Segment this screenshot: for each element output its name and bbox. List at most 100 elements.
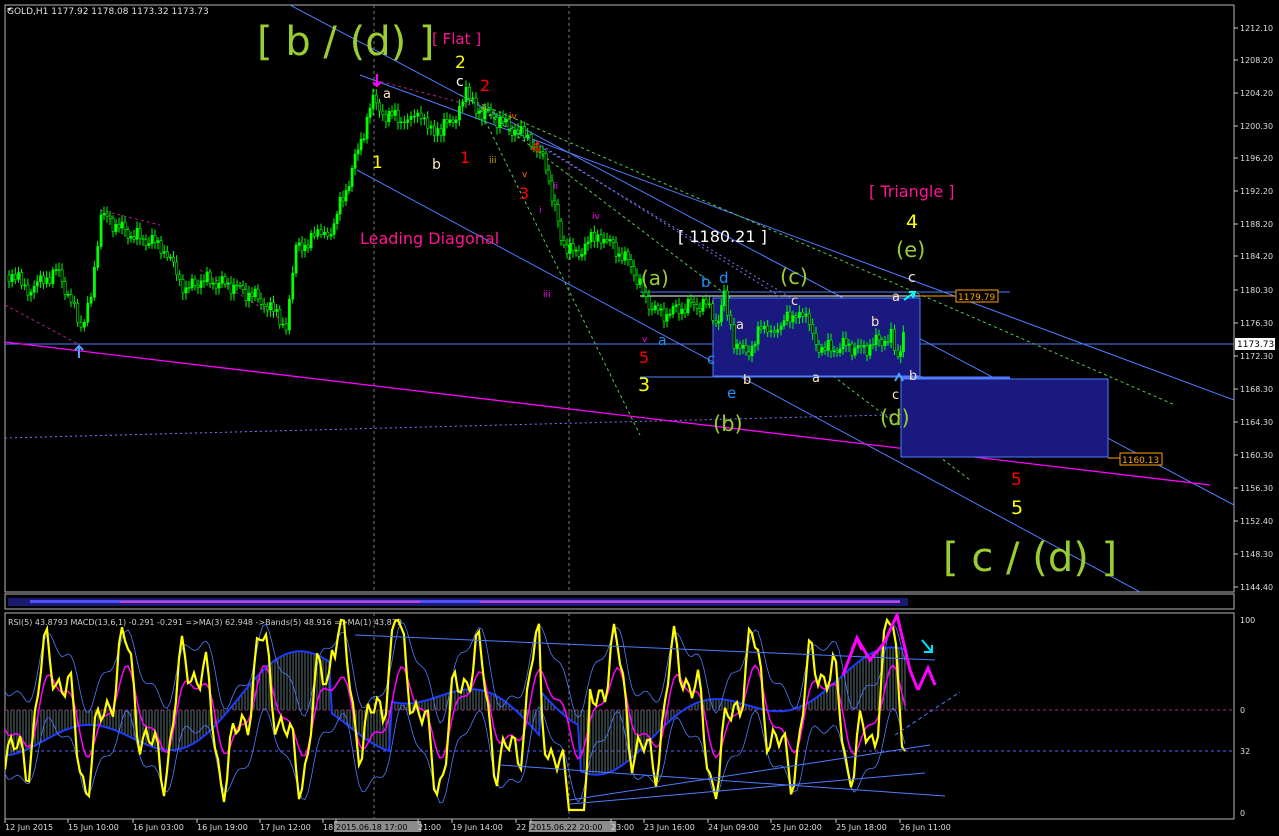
volume-strip-bars: [8, 598, 908, 606]
price-tick-label: 1200.30: [1240, 122, 1273, 131]
svg-text:0: 0: [1240, 706, 1245, 715]
time-label: 25 Jun 02:00: [771, 823, 822, 832]
price-tick-label: 1168.30: [1240, 385, 1273, 394]
price-tick-label: 1180.30: [1240, 286, 1273, 295]
svg-text:iv: iv: [509, 112, 518, 122]
svg-text:5: 5: [1011, 497, 1023, 519]
svg-text:d: d: [719, 269, 729, 287]
svg-text:a: a: [383, 87, 391, 102]
svg-text:4: 4: [531, 138, 541, 157]
main-panel: [4, 4, 1235, 593]
svg-text:v: v: [642, 335, 648, 345]
svg-text:1160.13: 1160.13: [1122, 456, 1159, 466]
price-tick-label: 1164.30: [1240, 418, 1273, 427]
time-label: 15 Jun 10:00: [68, 823, 119, 832]
svg-text:c: c: [456, 74, 464, 90]
label-wave-2: 2: [455, 53, 466, 73]
time-label: 2015.06.22 20:00: [531, 823, 602, 832]
svg-text:(c): (c): [780, 265, 808, 289]
svg-text:c: c: [791, 294, 798, 309]
label-1180: [ 1180.21 ]: [678, 227, 767, 246]
time-label: 19 Jun 14:00: [452, 823, 503, 832]
svg-text:(e): (e): [896, 238, 925, 262]
svg-text:(a): (a): [641, 266, 669, 290]
svg-text:a: a: [892, 290, 900, 305]
label-triangle: [ Triangle ]: [869, 182, 955, 201]
price-tick-label: 1148.30: [1240, 550, 1273, 559]
svg-text:c: c: [707, 350, 715, 368]
svg-text:v: v: [522, 170, 528, 180]
time-label: 23 Jun 16:00: [644, 823, 695, 832]
price-tick-label: 1160.30: [1240, 451, 1273, 460]
svg-text:iv: iv: [592, 212, 601, 222]
price-tick-label: 1176.30: [1240, 319, 1273, 328]
time-label: 16 Jun 19:00: [197, 823, 248, 832]
time-label: 17 Jun 12:00: [260, 823, 311, 832]
time-axis: 12 Jun 2015 15 Jun 10:00 16 Jun 03:00 16 Ju…: [4, 819, 951, 832]
svg-text:32: 32: [1240, 747, 1250, 756]
indicator-axis: 100 0 32 0: [1240, 616, 1255, 818]
label-b-d: [ b / (d) ]: [257, 19, 435, 65]
svg-text:3: 3: [638, 374, 650, 396]
svg-text:iii: iii: [543, 290, 551, 300]
svg-text:i: i: [539, 206, 542, 216]
price-tick-label: 1184.20: [1240, 252, 1273, 261]
price-tick-label: 1152.40: [1240, 517, 1273, 526]
svg-text:1173.73: 1173.73: [1237, 340, 1274, 350]
svg-text:4: 4: [906, 211, 918, 233]
svg-text:(d): (d): [880, 406, 910, 430]
svg-text:b: b: [871, 315, 879, 330]
time-label: 25 Jun 18:00: [836, 823, 887, 832]
price-candle: [893, 324, 897, 355]
price-tick-label: 1208.20: [1240, 56, 1273, 65]
price-axis: 1212.10 1208.20 1204.20 1200.30 1196.20 1192.…: [1234, 24, 1273, 592]
price-candle: [288, 294, 291, 335]
time-label: 2015.06.18 17:00: [336, 823, 407, 832]
svg-text:0: 0: [1240, 809, 1245, 818]
price-candle: [99, 209, 103, 250]
svg-text:c: c: [908, 270, 916, 286]
svg-text:a: a: [812, 371, 820, 386]
svg-text:5: 5: [1011, 470, 1022, 490]
price-tick-label: 1196.20: [1240, 154, 1273, 163]
time-label: 26 Jun 11:00: [900, 823, 951, 832]
svg-text:1: 1: [460, 148, 470, 167]
time-label: 12 Jun 2015: [5, 823, 53, 832]
symbol-header: GOLD,H1 1177.92 1178.08 1173.32 1173.73: [7, 7, 209, 17]
svg-text:2: 2: [480, 76, 490, 95]
price-tick-label: 1192.20: [1240, 187, 1273, 196]
svg-text:ii: ii: [553, 182, 558, 192]
gold-h1-chart[interactable]: GOLD,H1 1177.92 1178.08 1173.32 1173.73: [0, 0, 1279, 832]
svg-text:b: b: [701, 273, 711, 291]
target-zone[interactable]: [900, 378, 1109, 458]
chart-window: GOLD,H1 1177.92 1178.08 1173.32 1173.73: [0, 0, 1279, 832]
svg-text:a: a: [736, 318, 744, 333]
label-leading-diagonal: Leading Diagonal: [360, 229, 499, 248]
price-tick-label: 1188.20: [1240, 220, 1273, 229]
price-tick-label: 1204.20: [1240, 89, 1273, 98]
svg-text:5: 5: [639, 348, 649, 367]
price-tick-label: 1144.40: [1240, 583, 1273, 592]
svg-text:b: b: [743, 373, 751, 388]
label-c-d: [ c / (d) ]: [943, 535, 1117, 581]
time-label: 21:00: [418, 823, 441, 832]
svg-text:b: b: [909, 369, 917, 384]
time-label: 16 Jun 03:00: [133, 823, 184, 832]
svg-text:1: 1: [372, 153, 383, 173]
svg-text:3: 3: [519, 184, 529, 203]
price-tick-label: 1156.30: [1240, 484, 1273, 493]
time-label: 24 Jun 09:00: [708, 823, 759, 832]
label-flat: [ Flat ]: [432, 30, 481, 48]
svg-text:a: a: [658, 333, 667, 349]
svg-text:ii: ii: [482, 104, 487, 114]
price-tick-label: 1212.10: [1240, 24, 1273, 33]
time-label: 23:00: [611, 823, 634, 832]
svg-text:b: b: [432, 157, 441, 173]
svg-text:(b): (b): [713, 412, 743, 436]
svg-text:e: e: [727, 384, 736, 402]
price-candle: [365, 113, 369, 144]
svg-text:1179.79: 1179.79: [958, 293, 995, 303]
svg-text:iii: iii: [489, 156, 497, 166]
svg-text:c: c: [892, 388, 899, 403]
svg-text:100: 100: [1240, 616, 1255, 625]
